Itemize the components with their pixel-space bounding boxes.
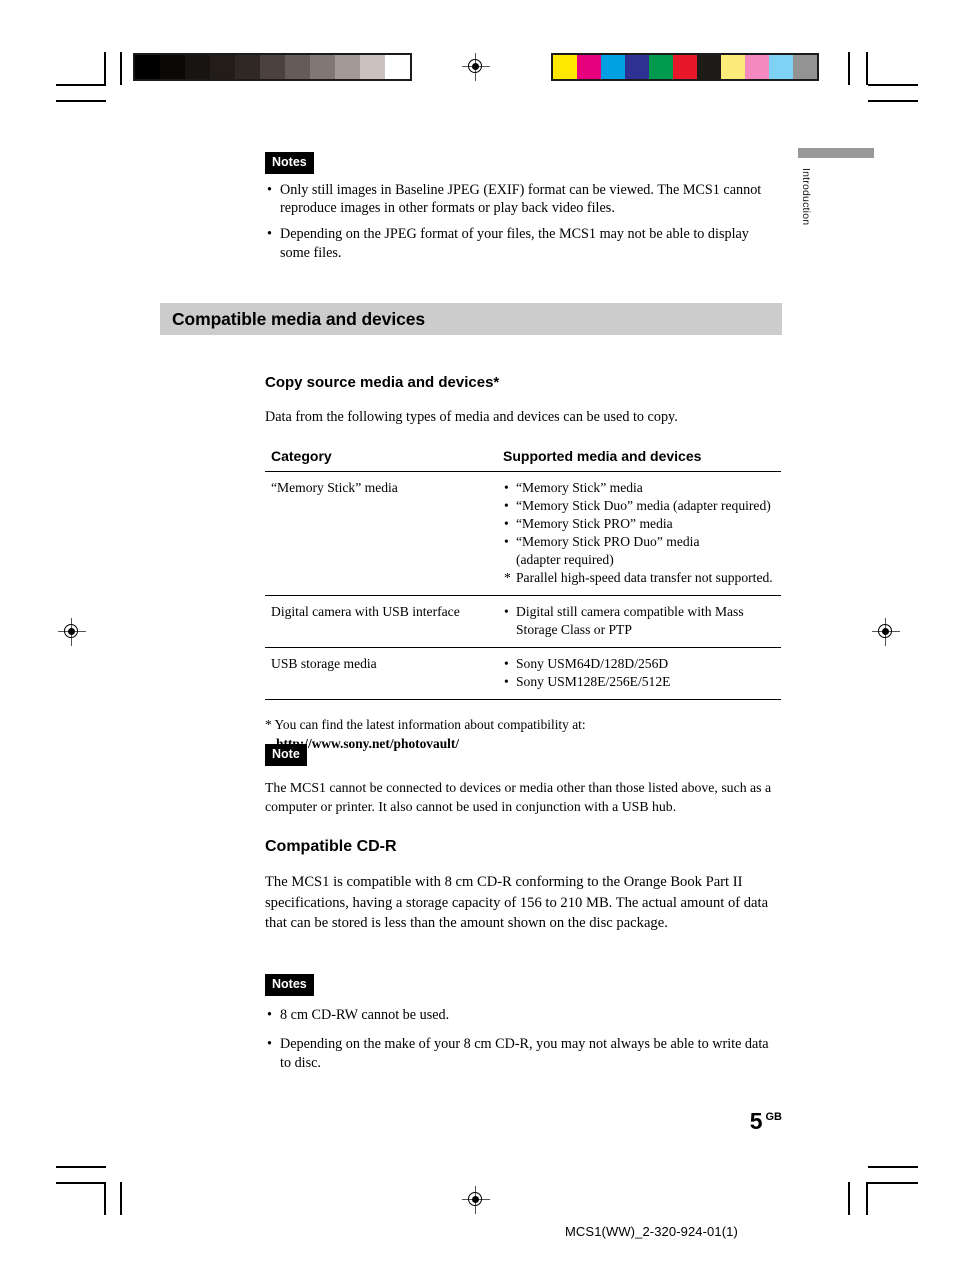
page-title: Compatible media and devices [172,308,425,329]
grayscale-swatch [235,55,260,79]
list-item-continuation: (adapter required) [516,551,614,567]
footnote-text: * You can find the latest information ab… [265,717,586,733]
note-block-middle: Note The MCS1 cannot be connected to dev… [265,744,781,816]
registration-target-right [872,618,900,646]
section-banner: Compatible media and devices [160,303,782,335]
cdr-body: The MCS1 is compatible with 8 cm CD-R co… [265,874,769,932]
color-swatch [673,55,697,79]
grayscale-swatch [260,55,285,79]
cell-category: Digital camera with USB interface [265,595,497,649]
column-header-category: Category [265,447,497,472]
color-swatch [601,55,625,79]
registration-target-top [462,53,490,81]
color-swatch [745,55,769,79]
list-item: Depending on the make of your 8 cm CD-R,… [265,1035,781,1073]
grayscale-swatch [360,55,385,79]
list-item: Sony USM64D/128D/256D [503,655,777,673]
registration-target-left [58,618,86,646]
color-swatch [769,55,793,79]
color-swatch [721,55,745,79]
notes-badge: Notes [265,974,314,996]
section-tab-bar [798,148,874,158]
color-swatch [625,55,649,79]
color-swatch [697,55,721,79]
registration-target-bottom [462,1186,490,1214]
table-row: Digital camera with USB interface Digita… [265,595,781,649]
table-row: USB storage media Sony USM64D/128D/256D … [265,647,781,701]
column-header-supported: Supported media and devices [497,447,781,472]
document-code: MCS1(WW)_2-320-924-01(1) [565,1224,738,1239]
note-badge: Note [265,744,307,766]
table-header-row: Category Supported media and devices [265,447,781,472]
list-item-footnote: Parallel high-speed data transfer not su… [503,569,777,587]
grayscale-control-strip [133,53,412,81]
page-number: 5 GB [750,1108,782,1135]
list-item: Sony USM128E/256E/512E [503,673,777,691]
cdr-section: Compatible CD-R The MCS1 is compatible w… [265,838,781,934]
cell-category: USB storage media [265,647,497,701]
cell-category: “Memory Stick” media [265,471,497,597]
supported-media-table: Category Supported media and devices “Me… [265,447,781,701]
color-control-strip [551,53,819,81]
subsection-heading-copy-source: Copy source media and devices* [265,374,500,391]
table-row: “Memory Stick” media “Memory Stick” medi… [265,471,781,597]
page-number-value: 5 [749,1108,763,1134]
page-locale: GB [765,1111,783,1124]
cell-supported: “Memory Stick” media “Memory Stick Duo” … [497,471,781,597]
list-item: “Memory Stick” media [503,479,777,497]
color-swatch [577,55,601,79]
notes-block-top: Notes Only still images in Baseline JPEG… [265,152,775,270]
list-item: Only still images in Baseline JPEG (EXIF… [265,181,775,219]
supported-list: Sony USM64D/128D/256D Sony USM128E/256E/… [503,655,777,691]
grayscale-swatch [185,55,210,79]
notes-list-top: Only still images in Baseline JPEG (EXIF… [265,181,775,264]
grayscale-swatch [310,55,335,79]
grayscale-swatch [160,55,185,79]
grayscale-swatch [210,55,235,79]
list-item: Digital still camera compatible with Mas… [503,603,777,639]
grayscale-swatch [285,55,310,79]
list-item: Depending on the JPEG format of your fil… [265,225,775,263]
list-item: 8 cm CD-RW cannot be used. [265,1006,781,1025]
color-swatch [649,55,673,79]
supported-list: “Memory Stick” media “Memory Stick Duo” … [503,479,777,588]
list-item: “Memory Stick Duo” media (adapter requir… [503,497,777,515]
grayscale-swatch [385,55,410,79]
color-swatch [793,55,817,79]
copy-source-intro: Data from the following types of media a… [265,409,678,425]
color-swatch [553,55,577,79]
list-item: “Memory Stick PRO Duo” media [503,533,777,551]
cell-supported: Digital still camera compatible with Mas… [497,595,781,649]
supported-list: Digital still camera compatible with Mas… [503,603,777,639]
document-page: Introduction Notes Only still images in … [0,0,954,1270]
copy-source-section: Copy source media and devices* Data from… [265,374,781,753]
subsection-heading-cdr: Compatible CD-R [265,838,397,855]
note-text: The MCS1 cannot be connected to devices … [265,779,772,814]
grayscale-swatch [135,55,160,79]
section-tab-label: Introduction [800,168,812,226]
list-item: “Memory Stick PRO” media [503,515,777,533]
notes-block-bottom: Notes 8 cm CD-RW cannot be used. Dependi… [265,974,781,1080]
notes-badge: Notes [265,152,314,174]
notes-list-bottom: 8 cm CD-RW cannot be used. Depending on … [265,1006,781,1074]
cell-supported: Sony USM64D/128D/256D Sony USM128E/256E/… [497,647,781,701]
grayscale-swatch [335,55,360,79]
